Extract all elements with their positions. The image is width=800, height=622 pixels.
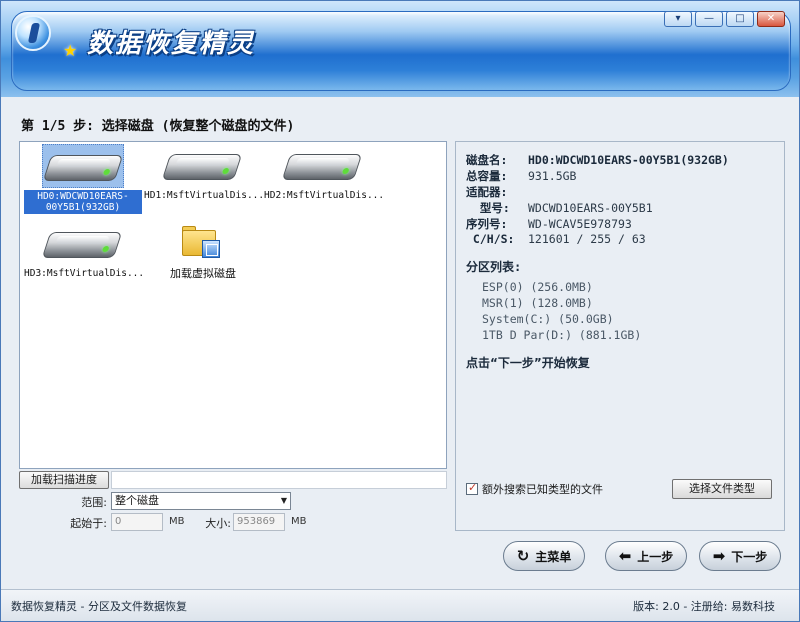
- start-input[interactable]: 0: [111, 513, 163, 531]
- refresh-icon: ↻: [516, 547, 530, 565]
- close-button[interactable]: ✕: [757, 11, 785, 27]
- hard-disk-icon: [42, 155, 124, 181]
- disk-label: 加载虚拟磁盘: [170, 268, 236, 279]
- size-input[interactable]: 953869: [233, 513, 285, 531]
- disk-info-panel: 磁盘名: HD0:WDCWD10EARS-00Y5B1(932GB) 总容量: 93…: [455, 141, 785, 531]
- disk-list-panel: HD0:WDCWD10EARS-00Y5B1(932GB) HD1:MsftVi…: [19, 141, 447, 469]
- disk-item-hd0[interactable]: HD0:WDCWD10EARS-00Y5B1(932GB): [24, 144, 142, 214]
- start-unit: MB: [169, 516, 185, 527]
- folder-icon: [182, 224, 222, 258]
- disk-label: HD2:MsftVirtualDis...: [264, 190, 382, 201]
- select-file-types-button[interactable]: 选择文件类型: [672, 479, 772, 499]
- extra-search-label: 额外搜索已知类型的文件: [482, 483, 603, 496]
- info-row-adapter: 适配器:: [466, 185, 508, 199]
- arrow-right-icon: ➡: [712, 547, 726, 565]
- status-bar: 数据恢复精灵 - 分区及文件数据恢复 版本: 2.0 - 注册给: 易数科技: [1, 589, 799, 621]
- menu-dropdown-button[interactable]: ▾: [664, 11, 692, 27]
- disk-label: HD3:MsftVirtualDis...: [24, 268, 142, 279]
- partition-item: ESP(0) (256.0MB): [482, 280, 593, 294]
- window-controls: ▾ — □ ✕: [664, 11, 785, 27]
- info-row-capacity: 总容量: 931.5GB: [466, 169, 577, 183]
- disk-item-hd2[interactable]: HD2:MsftVirtualDis...: [264, 144, 382, 201]
- disk-item-hd1[interactable]: HD1:MsftVirtualDis...: [144, 144, 262, 201]
- status-app-description: 数据恢复精灵 - 分区及文件数据恢复: [11, 600, 187, 613]
- main-menu-button[interactable]: ↻ 主菜单: [503, 541, 585, 571]
- disk-label: HD1:MsftVirtualDis...: [144, 190, 262, 201]
- extra-search-checkbox[interactable]: [466, 481, 478, 495]
- hard-disk-icon: [281, 154, 363, 180]
- arrow-left-icon: ⬅: [618, 547, 632, 565]
- prev-step-button[interactable]: ⬅ 上一步: [605, 541, 687, 571]
- main-content: 第 1/5 步: 选择磁盘 (恢复整个磁盘的文件) HD0:WDCWD10EAR…: [11, 101, 791, 585]
- load-scan-progress-button[interactable]: 加载扫描进度: [19, 471, 109, 489]
- scan-progress-bar: [111, 471, 447, 489]
- hard-disk-icon: [41, 232, 123, 258]
- step-title: 第 1/5 步: 选择磁盘 (恢复整个磁盘的文件): [21, 119, 295, 134]
- star-icon: ★: [63, 41, 78, 60]
- hard-disk-icon: [161, 154, 243, 180]
- start-label: 起始于:: [70, 517, 107, 530]
- chevron-down-icon: ▼: [280, 496, 287, 505]
- minimize-button[interactable]: —: [695, 11, 723, 27]
- scope-value: 整个磁盘: [115, 494, 159, 507]
- partition-item: System(C:) (50.0GB): [482, 312, 614, 326]
- next-step-hint: 点击“下一步”开始恢复: [466, 356, 590, 370]
- title-bar: ★ 数据恢复精灵 ▾ — □ ✕: [1, 1, 799, 97]
- size-unit: MB: [291, 516, 307, 527]
- status-version-info: 版本: 2.0 - 注册给: 易数科技: [633, 600, 775, 613]
- load-virtual-disk-item[interactable]: 加载虚拟磁盘: [144, 222, 262, 279]
- next-step-button[interactable]: ➡ 下一步: [699, 541, 781, 571]
- app-title: 数据恢复精灵: [87, 29, 256, 59]
- scope-label: 范围:: [81, 496, 107, 509]
- partition-list-heading: 分区列表:: [466, 260, 522, 274]
- partition-item: MSR(1) (128.0MB): [482, 296, 593, 310]
- disk-item-hd3[interactable]: HD3:MsftVirtualDis...: [24, 222, 142, 279]
- disk-label: HD0:WDCWD10EARS-00Y5B1(932GB): [24, 190, 142, 214]
- scope-select[interactable]: 整个磁盘 ▼: [111, 492, 291, 510]
- maximize-button[interactable]: □: [726, 11, 754, 27]
- app-logo-icon: [15, 15, 51, 51]
- info-row-chs: C/H/S: 121601 / 255 / 63: [466, 232, 646, 246]
- extra-search-option[interactable]: 额外搜索已知类型的文件: [466, 481, 603, 497]
- info-row-serial: 序列号: WD-WCAV5E978793: [466, 217, 632, 231]
- partition-item: 1TB D Par(D:) (881.1GB): [482, 328, 642, 342]
- info-row-disk-name: 磁盘名: HD0:WDCWD10EARS-00Y5B1(932GB): [466, 153, 729, 167]
- app-window: ★ 数据恢复精灵 ▾ — □ ✕ 第 1/5 步: 选择磁盘 (恢复整个磁盘的文…: [0, 0, 800, 622]
- size-label: 大小:: [205, 517, 231, 530]
- info-row-model: 型号: WDCWD10EARS-00Y5B1: [466, 201, 653, 215]
